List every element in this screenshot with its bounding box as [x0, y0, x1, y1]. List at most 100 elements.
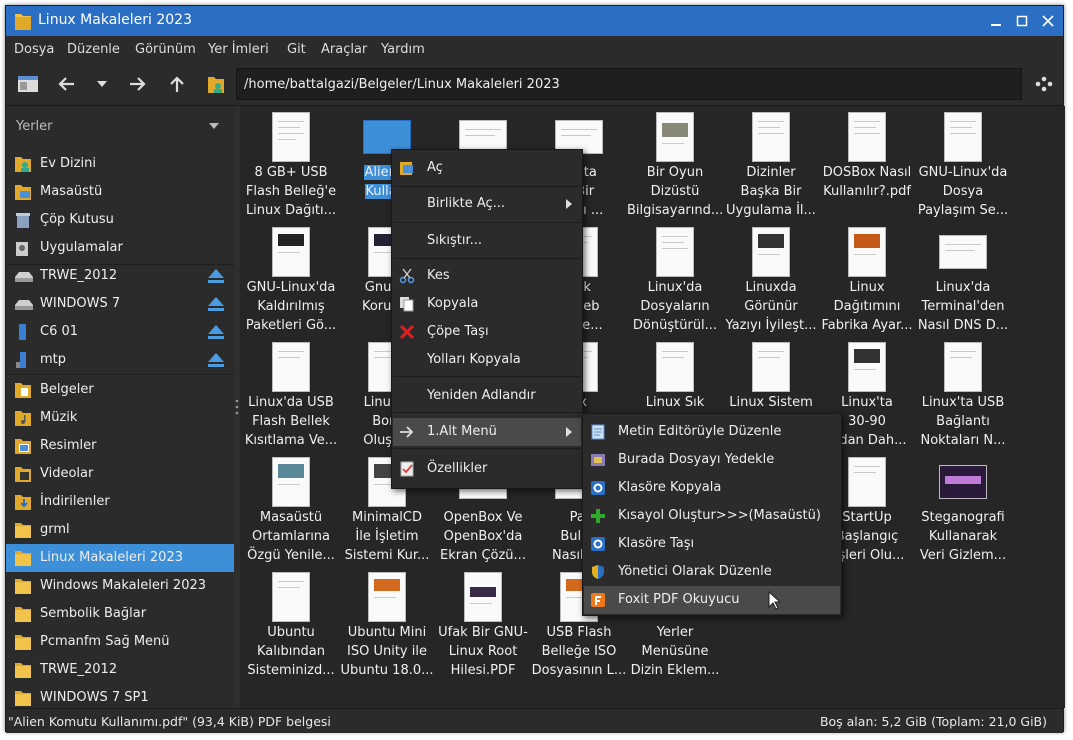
places-dropdown[interactable]: Yerler [6, 114, 234, 138]
sidebar-item-trwe-2012-bookmark[interactable]: TRWE_2012 [6, 656, 234, 684]
file-item[interactable]: Masaüstü Ortamlarına Özgü Yenile... [243, 451, 339, 566]
pdf-thumbnail [272, 227, 310, 277]
file-item[interactable]: Linux'da Terminal'den Nasıl DNS D... [915, 221, 1011, 336]
file-label: Dizinler Başka Bir Uygulama İl... [726, 165, 816, 218]
sidebar-item-masaustu[interactable]: Masaüstü [6, 178, 234, 206]
sidebar-item-sembolik-baglar[interactable]: Sembolik Bağlar [6, 600, 234, 628]
menu-dosya[interactable]: Dosya [14, 42, 54, 57]
sidebar-item-c6-01[interactable]: C6 01 [6, 318, 234, 346]
menu-item-cope-tasi[interactable]: Çöpe Taşı [393, 318, 581, 346]
pdf-thumbnail [939, 235, 987, 269]
sidebar-item-indirilenler[interactable]: İndirilenler [6, 488, 234, 516]
sidebar-item-ev-dizini[interactable]: Ev Dizini [6, 150, 234, 178]
drive-icon [15, 300, 33, 310]
menu-git[interactable]: Git [287, 42, 306, 57]
copy-icon [400, 297, 414, 312]
sidebar-item-windows-makaleleri-2023[interactable]: Windows Makaleleri 2023 [6, 572, 234, 600]
submenu-item-foxit-pdf[interactable]: Foxit PDF Okuyucu [584, 586, 840, 614]
submenu-item-klasore-tasi[interactable]: Klasöre Taşı [584, 530, 840, 558]
file-item[interactable]: Linuxda Görünür Yazıyı İyileşt... [723, 221, 819, 336]
history-dropdown[interactable] [88, 70, 116, 98]
menu-item-alt-menu[interactable]: 1.Alt Menü [393, 418, 581, 446]
sidebar-item-windows-7[interactable]: WINDOWS 7 [6, 290, 234, 318]
sidebar-item-label: Uygulamalar [40, 240, 123, 255]
menu-item-ozellikler[interactable]: Özellikler [393, 455, 581, 483]
menu-divider [393, 222, 581, 223]
file-item[interactable]: 8 GB+ USB Flash Belleğ'e Linux Dağıtı... [243, 106, 339, 221]
minimize-icon [991, 24, 1001, 26]
file-item[interactable]: Steganografi Kullanarak Veri Gizlem... [915, 451, 1011, 566]
title-bar[interactable]: Linux Makaleleri 2023 [6, 6, 1063, 36]
close-button[interactable] [1037, 10, 1059, 32]
submenu-item-kisayol-olustur[interactable]: Kısayol Oluştur>>>(Masaüstü) [584, 502, 840, 530]
sidebar-item-belgeler[interactable]: Belgeler [6, 376, 234, 404]
sidebar-item-mtp[interactable]: mtp [6, 346, 234, 374]
home-button[interactable] [202, 70, 230, 98]
menu-item-birlikte-ac[interactable]: Birlikte Aç... [393, 190, 581, 218]
sidebar-item-videolar[interactable]: Videolar [6, 460, 234, 488]
file-item[interactable]: Linux'da USB Flash Bellek Kısıtlama Ve..… [243, 336, 339, 451]
sidebar-item-pcmanfm-sag-menu[interactable]: Pcmanfm Sağ Menü [6, 628, 234, 656]
new-tab-button[interactable] [14, 70, 42, 98]
sidebar-item-linux-makaleleri-2023[interactable]: Linux Makaleleri 2023 [6, 544, 234, 572]
drive-icon [15, 272, 33, 282]
menu-item-kopyala[interactable]: Kopyala [393, 290, 581, 318]
sidebar-item-grml[interactable]: grml [6, 516, 234, 544]
eject-icon[interactable] [207, 324, 225, 340]
menu-item-yollari-kopyala[interactable]: Yolları Kopyala [393, 346, 581, 374]
places-header: Yerler [16, 119, 53, 134]
pdf-thumbnail [848, 227, 886, 277]
path-bar[interactable]: /home/battalgazi/Belgeler/Linux Makalele… [236, 68, 1022, 100]
gear-icon [591, 481, 605, 495]
maximize-button[interactable] [1011, 10, 1033, 32]
submenu-item-klasore-kopyala[interactable]: Klasöre Kopyala [584, 474, 840, 502]
sidebar-item-cop-kutusu[interactable]: Çöp Kutusu [6, 206, 234, 234]
menu-duzenle[interactable]: Düzenle [67, 42, 120, 57]
file-item[interactable]: Dizinler Başka Bir Uygulama İl... [723, 106, 819, 221]
menu-araclar[interactable]: Araçlar [321, 42, 367, 57]
menu-item-sikistir[interactable]: Sıkıştır... [393, 227, 581, 255]
minimize-button[interactable] [985, 10, 1007, 32]
arrow-right-icon [130, 77, 146, 91]
pdf-thumbnail [272, 457, 310, 507]
sidebar-item-trwe-2012[interactable]: TRWE_2012 [6, 262, 234, 290]
menu-yer-imleri[interactable]: Yer İmleri [208, 42, 269, 57]
eject-icon[interactable] [207, 268, 225, 284]
back-button[interactable] [52, 70, 80, 98]
menu-item-kes[interactable]: Kes [393, 262, 581, 290]
sidebar-item-label: grml [40, 522, 70, 537]
folder-icon [15, 635, 31, 650]
pdf-thumbnail [848, 342, 886, 392]
file-item[interactable]: DOSBox Nasıl Kullanılır?.pdf [819, 106, 915, 221]
sidebar-item-muzik[interactable]: Müzik [6, 404, 234, 432]
file-item[interactable]: Ubuntu Mini ISO Unity ile Ubuntu 18.0... [339, 566, 435, 681]
menu-yardim[interactable]: Yardım [381, 42, 425, 57]
submenu-item-yedekle[interactable]: Burada Dosyayı Yedekle [584, 446, 840, 474]
file-item[interactable]: GNU-Linux'da Dosya Paylaşım Se... [915, 106, 1011, 221]
pdf-thumbnail [272, 572, 310, 622]
file-item[interactable]: Linux'da Dosyaların Dönüştürül... [627, 221, 723, 336]
file-item[interactable]: GNU-Linux'da Kaldırılmış Paketleri Gö... [243, 221, 339, 336]
file-item[interactable]: Bir Oyun Dizüstü Bilgisayarınd... [627, 106, 723, 221]
grip-icon [235, 399, 239, 415]
file-label: Linux'da USB Flash Bellek Kısıtlama Ve..… [244, 395, 338, 448]
chevron-down-icon [97, 81, 107, 87]
file-item[interactable]: Linux Dağıtımını Fabrika Ayar... [819, 221, 915, 336]
submenu-item-metin-editoru[interactable]: Metin Editörüyle Düzenle [584, 418, 840, 446]
forward-button[interactable] [124, 70, 152, 98]
sidebar-item-resimler[interactable]: Resimler [6, 432, 234, 460]
options-button[interactable] [1030, 70, 1058, 98]
sidebar-item-uygulamalar[interactable]: Uygulamalar [6, 234, 234, 262]
file-item[interactable]: Ufak Bir GNU- Linux Root Hilesi.PDF [435, 566, 531, 681]
up-button[interactable] [163, 70, 191, 98]
file-item[interactable]: Linux'ta USB Bağlantı Noktaları N... [915, 336, 1011, 451]
menu-item-ac[interactable]: Aç [393, 154, 581, 182]
menu-item-yeniden-adlandir[interactable]: Yeniden Adlandır [393, 382, 581, 410]
submenu-item-yonetici-duzenle[interactable]: Yönetici Olarak Düzenle [584, 558, 840, 586]
eject-icon[interactable] [207, 352, 225, 368]
pdf-thumbnail [752, 227, 790, 277]
menu-divider [393, 376, 581, 377]
menu-gorunum[interactable]: Görünüm [135, 42, 196, 57]
eject-icon[interactable] [207, 296, 225, 312]
file-item[interactable]: Ubuntu Kalıbından Sisteminizd... [243, 566, 339, 681]
